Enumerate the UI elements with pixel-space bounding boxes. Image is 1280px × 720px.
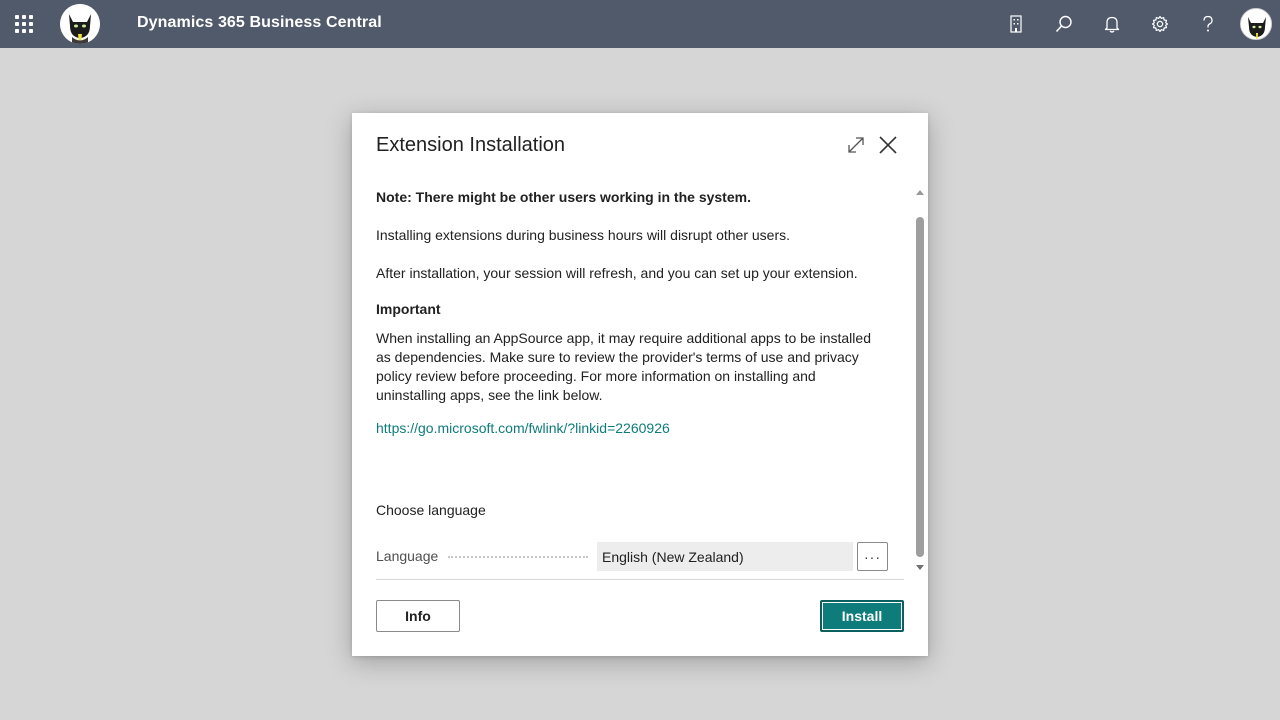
gear-icon[interactable] bbox=[1148, 12, 1172, 36]
refresh-text: After installation, your session will re… bbox=[376, 265, 858, 281]
choose-language-heading: Choose language bbox=[376, 502, 486, 518]
top-bar: Dynamics 365 Business Central bbox=[0, 0, 1280, 48]
disruption-text: Installing extensions during business ho… bbox=[376, 227, 790, 243]
important-body: When installing an AppSource app, it may… bbox=[376, 330, 871, 403]
search-icon[interactable] bbox=[1052, 12, 1076, 36]
field-leader-dots bbox=[448, 556, 588, 558]
app-launcher-icon[interactable] bbox=[10, 10, 38, 38]
scroll-down-arrow-icon[interactable] bbox=[916, 565, 924, 570]
language-label: Language bbox=[376, 548, 439, 564]
dialog-title: Extension Installation bbox=[376, 134, 566, 156]
install-button[interactable]: Install bbox=[820, 600, 904, 632]
company-logo[interactable] bbox=[60, 4, 100, 44]
building-icon[interactable] bbox=[1004, 12, 1028, 36]
extension-installation-dialog: Extension Installation Note: There might… bbox=[352, 113, 928, 656]
bell-icon[interactable] bbox=[1100, 12, 1124, 36]
language-field[interactable] bbox=[597, 542, 853, 571]
info-button[interactable]: Info bbox=[376, 600, 460, 632]
scrollbar-thumb[interactable] bbox=[916, 217, 924, 557]
scroll-up-arrow-icon[interactable] bbox=[916, 190, 924, 195]
content-scrollbar[interactable] bbox=[914, 185, 926, 575]
expand-icon[interactable] bbox=[844, 133, 868, 157]
help-icon[interactable] bbox=[1196, 12, 1220, 36]
language-lookup-button[interactable]: ··· bbox=[857, 542, 888, 571]
close-icon[interactable] bbox=[876, 133, 900, 157]
footer-divider bbox=[376, 579, 904, 580]
user-avatar[interactable] bbox=[1240, 8, 1272, 40]
fwlink-link[interactable]: https://go.microsoft.com/fwlink/?linkid=… bbox=[376, 419, 670, 438]
important-heading: Important bbox=[376, 301, 441, 317]
app-title[interactable]: Dynamics 365 Business Central bbox=[137, 14, 382, 32]
note-text: Note: There might be other users working… bbox=[376, 189, 751, 205]
